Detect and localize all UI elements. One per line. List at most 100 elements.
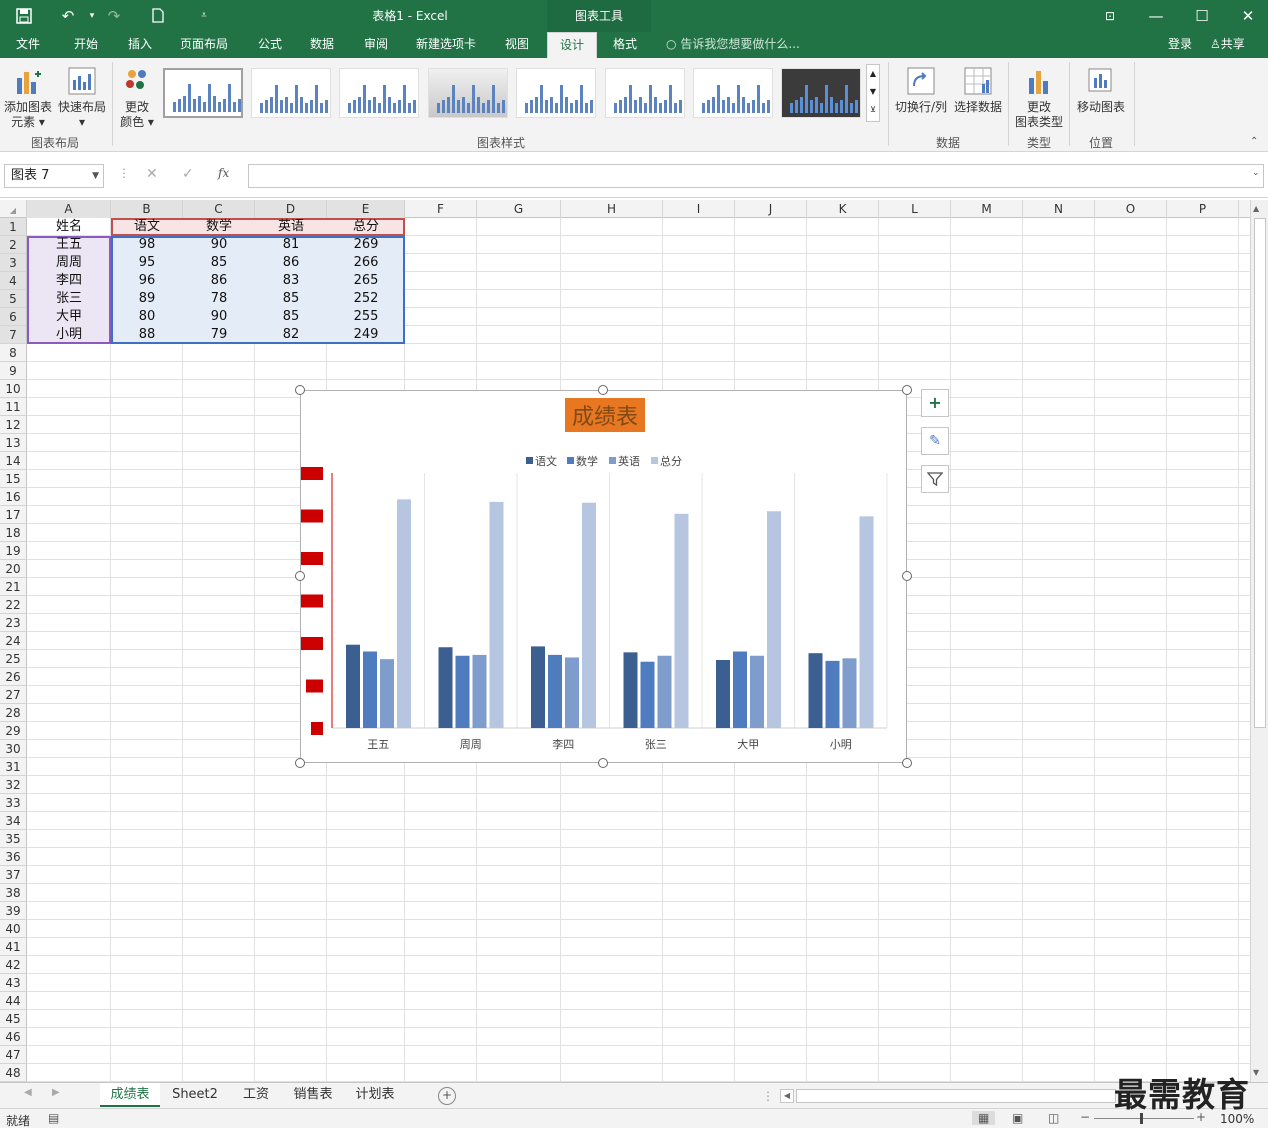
table-cell[interactable]: 88 bbox=[111, 326, 183, 344]
table-cell[interactable]: 80 bbox=[111, 308, 183, 326]
chart-object[interactable]: 成绩表 语文 数学 英语 总分 0 50 100 150 200 250 300 王五 周周 李四 张三 大甲 小… bbox=[300, 390, 907, 763]
table-cell[interactable]: 78 bbox=[183, 290, 255, 308]
table-cell[interactable]: 85 bbox=[183, 254, 255, 272]
row-header-23[interactable]: 23 bbox=[0, 614, 27, 632]
row-header-39[interactable]: 39 bbox=[0, 902, 27, 920]
column-header-I[interactable]: I bbox=[663, 200, 735, 218]
row-header-22[interactable]: 22 bbox=[0, 596, 27, 614]
vertical-scrollbar[interactable]: ▲ ▼ bbox=[1250, 200, 1268, 1082]
row-header-14[interactable]: 14 bbox=[0, 452, 27, 470]
tab-file[interactable]: 文件 bbox=[14, 32, 42, 58]
row-header-11[interactable]: 11 bbox=[0, 398, 27, 416]
row-header-32[interactable]: 32 bbox=[0, 776, 27, 794]
tab-home[interactable]: 开始 bbox=[72, 32, 100, 58]
column-header-D[interactable]: D bbox=[255, 200, 327, 218]
row-header-8[interactable]: 8 bbox=[0, 344, 27, 362]
page-break-view-icon[interactable]: ◫ bbox=[1048, 1111, 1059, 1125]
resize-handle-w[interactable] bbox=[295, 571, 305, 581]
column-header-E[interactable]: E bbox=[327, 200, 405, 218]
table-cell[interactable]: 85 bbox=[255, 308, 327, 326]
confirm-icon[interactable]: ✓ bbox=[182, 166, 194, 182]
table-cell[interactable]: 李四 bbox=[27, 272, 111, 290]
insert-function-icon[interactable]: fx bbox=[218, 166, 229, 180]
row-header-18[interactable]: 18 bbox=[0, 524, 27, 542]
column-header-G[interactable]: G bbox=[477, 200, 561, 218]
share-button[interactable]: ♙共享 bbox=[1208, 32, 1247, 58]
table-cell[interactable]: 252 bbox=[327, 290, 405, 308]
sheet-tab-scores[interactable]: 成绩表 bbox=[100, 1083, 160, 1107]
column-header-P[interactable]: P bbox=[1167, 200, 1239, 218]
table-cell[interactable]: 82 bbox=[255, 326, 327, 344]
close-icon[interactable]: ✕ bbox=[1236, 4, 1260, 28]
column-header-F[interactable]: F bbox=[405, 200, 477, 218]
chart-style-8[interactable] bbox=[781, 68, 861, 118]
table-cell[interactable]: 86 bbox=[183, 272, 255, 290]
row-header-17[interactable]: 17 bbox=[0, 506, 27, 524]
resize-handle-s[interactable] bbox=[598, 758, 608, 768]
table-header-cell[interactable]: 总分 bbox=[327, 218, 405, 236]
new-file-icon[interactable] bbox=[146, 4, 170, 28]
undo-icon[interactable]: ↶ bbox=[56, 4, 80, 28]
row-header-4[interactable]: 4 bbox=[0, 272, 27, 290]
chart-style-2[interactable] bbox=[251, 68, 331, 118]
row-header-41[interactable]: 41 bbox=[0, 938, 27, 956]
undo-dropdown-icon[interactable]: ▾ bbox=[80, 4, 104, 28]
table-cell[interactable]: 85 bbox=[255, 290, 327, 308]
row-header-2[interactable]: 2 bbox=[0, 236, 27, 254]
row-header-34[interactable]: 34 bbox=[0, 812, 27, 830]
column-header-H[interactable]: H bbox=[561, 200, 663, 218]
hscroll-left-icon[interactable]: ◀ bbox=[780, 1089, 794, 1103]
column-header-K[interactable]: K bbox=[807, 200, 879, 218]
style-gallery-scroll[interactable]: ▲ ▼ ⊻ bbox=[866, 64, 880, 122]
table-header-cell[interactable]: 语文 bbox=[111, 218, 183, 236]
row-header-25[interactable]: 25 bbox=[0, 650, 27, 668]
tab-view[interactable]: 视图 bbox=[503, 32, 531, 58]
switch-row-column-button[interactable]: 切换行/列 bbox=[892, 66, 950, 115]
row-header-33[interactable]: 33 bbox=[0, 794, 27, 812]
row-header-42[interactable]: 42 bbox=[0, 956, 27, 974]
chart-style-6[interactable] bbox=[605, 68, 685, 118]
zoom-out-icon[interactable]: − bbox=[1080, 1110, 1090, 1124]
normal-view-icon[interactable]: ▦ bbox=[972, 1111, 996, 1125]
row-header-37[interactable]: 37 bbox=[0, 866, 27, 884]
table-cell[interactable]: 张三 bbox=[27, 290, 111, 308]
row-header-24[interactable]: 24 bbox=[0, 632, 27, 650]
row-header-19[interactable]: 19 bbox=[0, 542, 27, 560]
row-header-9[interactable]: 9 bbox=[0, 362, 27, 380]
tab-data[interactable]: 数据 bbox=[308, 32, 336, 58]
sheet-tab-sales[interactable]: 销售表 bbox=[284, 1083, 342, 1107]
redo-icon[interactable]: ↷ bbox=[102, 4, 126, 28]
tab-split-grip-icon[interactable]: ⋮ bbox=[762, 1089, 774, 1103]
row-header-28[interactable]: 28 bbox=[0, 704, 27, 722]
expand-formula-icon[interactable]: ⌄ bbox=[1252, 168, 1260, 178]
table-cell[interactable]: 95 bbox=[111, 254, 183, 272]
scroll-up-icon[interactable]: ▲ bbox=[1253, 204, 1259, 213]
table-cell[interactable]: 83 bbox=[255, 272, 327, 290]
tell-me-search[interactable]: ○ 告诉我您想要做什么... bbox=[666, 32, 800, 58]
row-header-27[interactable]: 27 bbox=[0, 686, 27, 704]
name-box[interactable]: 图表 7 ▼ bbox=[4, 164, 104, 188]
column-header-B[interactable]: B bbox=[111, 200, 183, 218]
table-cell[interactable]: 89 bbox=[111, 290, 183, 308]
move-chart-button[interactable]: 移动图表 bbox=[1072, 66, 1130, 115]
change-colors-button[interactable]: 更改 颜色 ▾ bbox=[116, 66, 158, 130]
table-cell[interactable]: 王五 bbox=[27, 236, 111, 254]
table-cell[interactable]: 小明 bbox=[27, 326, 111, 344]
tab-design[interactable]: 设计 bbox=[547, 32, 597, 58]
row-header-31[interactable]: 31 bbox=[0, 758, 27, 776]
table-cell[interactable]: 96 bbox=[111, 272, 183, 290]
table-cell[interactable]: 周周 bbox=[27, 254, 111, 272]
row-header-16[interactable]: 16 bbox=[0, 488, 27, 506]
tab-page-layout[interactable]: 页面布局 bbox=[178, 32, 230, 58]
row-header-48[interactable]: 48 bbox=[0, 1064, 27, 1082]
collapse-ribbon-icon[interactable]: ⌃ bbox=[1250, 136, 1258, 147]
cancel-icon[interactable]: ✕ bbox=[146, 166, 158, 182]
chart-style-5[interactable] bbox=[516, 68, 596, 118]
maximize-icon[interactable]: ☐ bbox=[1190, 4, 1214, 28]
tab-format[interactable]: 格式 bbox=[611, 32, 639, 58]
sheet-tab-sheet2[interactable]: Sheet2 bbox=[164, 1083, 226, 1107]
row-header-5[interactable]: 5 bbox=[0, 290, 27, 308]
chart-style-1[interactable] bbox=[163, 68, 243, 118]
sheet-tab-salary[interactable]: 工资 bbox=[232, 1083, 280, 1107]
table-header-cell[interactable]: 英语 bbox=[255, 218, 327, 236]
